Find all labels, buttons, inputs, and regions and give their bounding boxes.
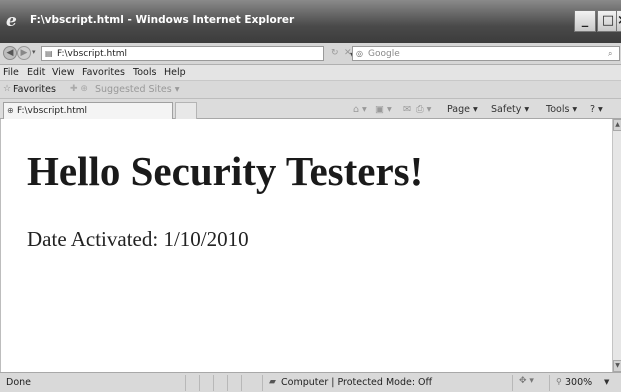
zoom-dropdown-icon[interactable]: ▼ (604, 378, 609, 386)
page-content: Hello Security Testers! Date Activated: … (0, 119, 612, 372)
tools-menu-button[interactable]: Tools ▾ (546, 104, 577, 115)
favorites-bar: ☆ Favorites ✚ ⊕ Suggested Sites ▾ (0, 81, 621, 99)
status-divider (262, 375, 263, 391)
window-title-bar[interactable]: e F:\vbscript.html - Windows Internet Ex… (0, 0, 621, 43)
page-menu-button[interactable]: Page ▾ (447, 104, 478, 115)
date-activated-text: Date Activated: 1/10/2010 (27, 227, 249, 251)
status-panel (213, 375, 227, 391)
status-panel (241, 375, 255, 391)
search-provider-icon: ◎ (356, 49, 363, 58)
status-panel (185, 375, 199, 391)
favorites-button[interactable]: Favorites (13, 84, 56, 95)
suggested-sites-icon: ✚ ⊕ (70, 84, 88, 94)
print-button[interactable]: ⎙ ▾ (416, 104, 431, 115)
status-panel (199, 375, 213, 391)
recent-pages-dropdown[interactable]: ▾ (32, 48, 36, 56)
menu-favorites[interactable]: Favorites (82, 67, 125, 78)
status-divider (512, 375, 513, 391)
page-icon: ⊕ (7, 106, 14, 115)
forward-button[interactable]: ▶ (17, 46, 31, 60)
page-heading: Hello Security Testers! (27, 148, 424, 194)
close-button[interactable]: × (616, 10, 621, 32)
page-icon: ▤ (45, 49, 53, 58)
menu-help[interactable]: Help (164, 67, 186, 78)
window-title: F:\vbscript.html - Windows Internet Expl… (30, 14, 295, 26)
address-input[interactable]: F:\vbscript.html (57, 49, 127, 59)
security-zone-text[interactable]: Computer | Protected Mode: Off (281, 377, 432, 388)
menu-view[interactable]: View (52, 67, 75, 78)
vertical-scrollbar[interactable]: ▲ ▼ (612, 119, 621, 372)
read-mail-button[interactable]: ✉ (403, 104, 411, 115)
stop-button[interactable]: ✕ (344, 48, 352, 58)
magnifier-icon: ⚲ (556, 377, 562, 386)
feeds-button[interactable]: ▣ ▾ (375, 104, 392, 115)
zoom-level-button[interactable]: 300% (565, 377, 592, 388)
home-button[interactable]: ⌂ ▾ (353, 104, 367, 115)
search-box[interactable]: ◎ Google ⌕ (352, 46, 620, 61)
safety-menu-button[interactable]: Safety ▾ (491, 104, 529, 115)
computer-zone-icon: ▰ (269, 377, 276, 387)
status-divider (549, 375, 550, 391)
search-button[interactable]: ⌕ (608, 49, 612, 59)
ie-logo-icon: e (6, 11, 17, 31)
search-input[interactable]: Google (368, 49, 400, 59)
back-button[interactable]: ◀ (3, 46, 17, 60)
refresh-button[interactable]: ↻ (331, 48, 339, 58)
status-text: Done (6, 377, 31, 388)
tab-command-row: ⊕ F:\vbscript.html ⌂ ▾ ▣ ▾ ✉ ⎙ ▾ Page ▾ … (0, 99, 621, 119)
menu-file[interactable]: File (3, 67, 19, 78)
address-bar[interactable]: ▤ F:\vbscript.html ▼ (41, 46, 356, 61)
tab-vbscript[interactable]: ⊕ F:\vbscript.html (3, 102, 173, 119)
status-panel (227, 375, 241, 391)
tab-label: F:\vbscript.html (17, 106, 88, 116)
star-icon: ☆ (3, 84, 12, 94)
menu-edit[interactable]: Edit (27, 67, 45, 78)
new-tab-button[interactable] (175, 102, 197, 119)
address-toolbar: ◀ ▶ ▾ ▤ F:\vbscript.html ▼ ↻ ✕ ◎ Google … (0, 43, 621, 65)
menu-bar: File Edit View Favorites Tools Help (0, 65, 621, 81)
status-bar: Done ▰ Computer | Protected Mode: Off ✥ … (0, 372, 621, 392)
scroll-down-button[interactable]: ▼ (613, 360, 621, 372)
menu-tools[interactable]: Tools (133, 67, 156, 78)
scroll-up-button[interactable]: ▲ (613, 119, 621, 131)
minimize-button[interactable]: _ (574, 10, 596, 32)
protected-mode-icon[interactable]: ✥ ▾ (519, 376, 534, 386)
help-menu-button[interactable]: ? ▾ (590, 104, 603, 115)
suggested-sites-button[interactable]: Suggested Sites ▾ (95, 84, 180, 95)
